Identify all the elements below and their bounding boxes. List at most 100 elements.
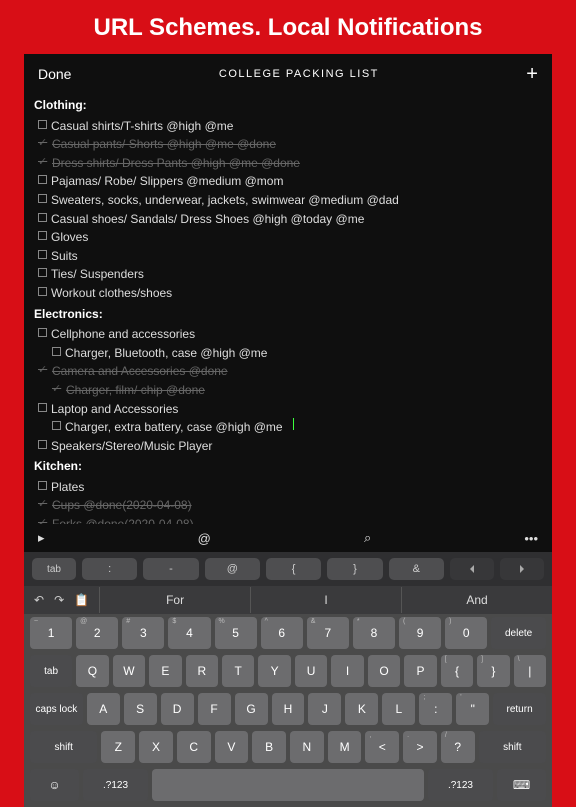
num-key[interactable]: ^6 [261,617,303,649]
shift-key[interactable]: shift [30,731,97,763]
checkbox-icon[interactable] [52,421,61,430]
letter-key[interactable]: U [295,655,327,687]
fn-key[interactable]: @ [205,558,260,580]
search-icon[interactable]: ⌕ [364,530,371,546]
letter-key[interactable]: C [177,731,211,763]
list-item[interactable]: Gloves [34,228,542,247]
letter-key[interactable]: Y [258,655,290,687]
document-content[interactable]: Clothing:Casual shirts/T-shirts @high @m… [24,94,552,524]
letter-key[interactable]: O [368,655,400,687]
list-item[interactable]: Suits [34,247,542,266]
list-item[interactable]: ✓Camera and Accessories @done [34,362,542,381]
list-item[interactable]: Ties/ Suspenders [34,265,542,284]
letter-key[interactable]: H [272,693,305,725]
symbol-key[interactable]: /? [441,731,475,763]
fn-key[interactable]: } [327,558,382,580]
num-key[interactable]: )0 [445,617,487,649]
letter-key[interactable]: V [215,731,249,763]
undo-icon[interactable]: ↶ [34,593,44,607]
list-item[interactable]: Cellphone and accessories [34,325,542,344]
letter-key[interactable]: A [87,693,120,725]
symbol-key[interactable]: \| [514,655,546,687]
clipboard-icon[interactable]: 📋 [74,593,89,607]
letter-key[interactable]: G [235,693,268,725]
letter-key[interactable]: M [328,731,362,763]
letter-key[interactable]: T [222,655,254,687]
symbol-key[interactable]: ;: [419,693,452,725]
list-item[interactable]: ✓Charger, film/ chip @done [34,381,542,400]
letter-key[interactable]: F [198,693,231,725]
symbol-key[interactable]: .> [403,731,437,763]
letter-key[interactable]: K [345,693,378,725]
letter-key[interactable]: Z [101,731,135,763]
letter-key[interactable]: J [308,693,341,725]
symbol-key[interactable]: '" [456,693,489,725]
list-item[interactable]: Laptop and Accessories [34,400,542,419]
arrow-left-key[interactable] [450,558,494,580]
letter-key[interactable]: X [139,731,173,763]
tab-key[interactable]: tab [30,655,72,687]
redo-icon[interactable]: ↷ [54,593,64,607]
num-key[interactable]: *8 [353,617,395,649]
delete-key[interactable]: delete [491,617,546,649]
num-key[interactable]: &7 [307,617,349,649]
symbol-key[interactable]: ,< [365,731,399,763]
fn-key[interactable]: : [82,558,137,580]
checkbox-icon[interactable] [38,250,47,259]
checkbox-icon[interactable] [38,213,47,222]
suggestion-word[interactable]: And [401,587,552,613]
num-key[interactable]: $4 [168,617,210,649]
shift-key[interactable]: shift [479,731,546,763]
letter-key[interactable]: R [186,655,218,687]
checkbox-icon[interactable] [38,403,47,412]
letter-key[interactable]: N [290,731,324,763]
space-key[interactable] [152,769,424,801]
add-button[interactable]: + [526,64,538,84]
checkbox-icon[interactable] [38,120,47,129]
num-key[interactable]: @2 [76,617,118,649]
checkbox-icon[interactable] [38,231,47,240]
suggestion-word[interactable]: For [99,587,250,613]
letter-key[interactable]: L [382,693,415,725]
list-item[interactable]: Plates [34,478,542,497]
list-item[interactable]: ✓Casual pants/ Shorts @high @me @done [34,135,542,154]
list-item[interactable]: ✓Cups @done(2020-04-08) [34,496,542,515]
return-key[interactable]: return [493,693,546,725]
done-button[interactable]: Done [38,66,71,82]
capslock-key[interactable]: caps lock [30,693,83,725]
suggestion-word[interactable]: I [250,587,401,613]
checkbox-icon[interactable] [38,175,47,184]
list-item[interactable]: Sweaters, socks, underwear, jackets, swi… [34,191,542,210]
num-key[interactable]: ~1 [30,617,72,649]
num-key[interactable]: %5 [215,617,257,649]
letter-key[interactable]: I [331,655,363,687]
fn-key[interactable]: { [266,558,321,580]
letter-key[interactable]: P [404,655,436,687]
mode-key-right[interactable]: .?123 [428,769,493,801]
list-item[interactable]: Casual shirts/T-shirts @high @me [34,117,542,136]
list-item[interactable]: Charger, Bluetooth, case @high @me [34,344,542,363]
letter-key[interactable]: D [161,693,194,725]
emoji-key[interactable]: ☺ [30,769,79,801]
fn-key[interactable]: & [389,558,444,580]
symbol-key[interactable]: ]} [477,655,509,687]
checkbox-icon[interactable] [38,481,47,490]
arrow-right-key[interactable] [500,558,544,580]
list-item[interactable]: Casual shoes/ Sandals/ Dress Shoes @high… [34,210,542,229]
play-icon[interactable]: ▸ [38,530,45,546]
more-icon[interactable]: ••• [524,531,538,546]
keyboard-icon-key[interactable]: ⌨ [497,769,546,801]
mode-key[interactable]: .?123 [83,769,148,801]
checkbox-icon[interactable] [38,328,47,337]
list-item[interactable]: Charger, extra battery, case @high @me [34,418,542,437]
letter-key[interactable]: W [113,655,145,687]
list-item[interactable]: Pajamas/ Robe/ Slippers @medium @mom [34,172,542,191]
at-icon[interactable]: @ [198,531,211,546]
num-key[interactable]: (9 [399,617,441,649]
fn-tab-key[interactable]: tab [32,558,76,580]
list-item[interactable]: ✓Forks @done(2020-04-08) [34,515,542,524]
checkbox-icon[interactable] [52,347,61,356]
list-item[interactable]: Workout clothes/shoes [34,284,542,303]
checkbox-icon[interactable] [38,194,47,203]
list-item[interactable]: Speakers/Stereo/Music Player [34,437,542,456]
